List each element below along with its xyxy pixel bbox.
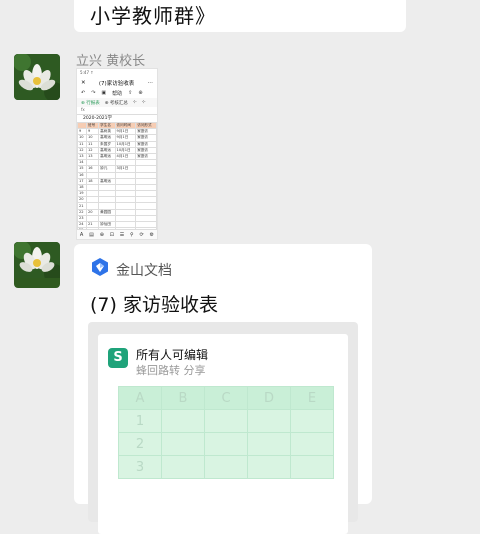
grid-cell — [290, 432, 334, 456]
permission-text: 所有人可编辑 — [136, 348, 209, 362]
lotus-avatar-image — [14, 54, 60, 100]
share-icon: ⇪ — [128, 90, 133, 96]
lotus-avatar-image — [14, 242, 60, 278]
grid-column-header: E — [290, 386, 334, 410]
grid-cell — [204, 409, 248, 433]
grid-cell — [161, 455, 205, 479]
undo-icon: ↶ — [81, 90, 86, 96]
mini-tab: ⊹ — [132, 100, 137, 105]
previous-message-text: 小学教师群》 — [90, 4, 216, 28]
redo-icon: ↷ — [91, 90, 96, 96]
mini-bottom-icon: ⚲ — [130, 231, 134, 238]
preview-grid: ABCDE 123 — [118, 386, 334, 479]
table-row: 9 9 高树英 9月1日 家庭访 — [77, 128, 157, 136]
table-row: 10 10 高明远 9月1日 家庭访 — [77, 134, 157, 142]
shared-by-text: 蜂回路转 分享 — [136, 364, 206, 377]
grid-cell — [204, 455, 248, 479]
table-row: 11 11 朱国岁 10月1日 家庭访 — [77, 140, 157, 148]
avatar[interactable] — [14, 242, 60, 288]
table-row: 13 13 高明远 4月1日 家庭访 — [77, 152, 157, 161]
grid-cell — [290, 409, 334, 433]
grid-column-header: D — [247, 386, 291, 410]
grid-cell — [161, 432, 205, 456]
mini-bottom-bar: A ▤ ⊕ ⊡ ☰ ⚲ ⟳ ⚙ — [77, 229, 157, 239]
avatar[interactable] — [14, 54, 60, 100]
help-label: 帮助 — [112, 90, 123, 97]
mini-sheet-tabs: ⊕ 行报表 ⊕ 考核汇总 ⊹ ⊹ — [77, 98, 157, 107]
doc-preview: S 所有人可编辑 蜂回路转 分享 ABCDE 123 — [88, 322, 358, 534]
grid-row: 3 — [118, 455, 334, 479]
close-icon: ✕ — [81, 79, 86, 86]
grid-cell — [290, 455, 334, 479]
grid-cell — [247, 409, 291, 433]
formula-bar: fx — [77, 107, 157, 115]
image-message[interactable]: 5:47 ↑ ✕ (7)家访验收表 ⋯ ↶ ↷ ▣ 帮助 ⇪ ⊕ ⊕ 行报表 ⊕… — [76, 68, 158, 240]
add-icon: ⊕ — [138, 90, 143, 96]
mini-bottom-icon: ⊕ — [99, 231, 104, 238]
mini-doc-title: (7)家访验收表 — [98, 80, 135, 87]
mini-sheet-table: 班号 学生名 访问时间 访问形式 9 9 高树英 9月1日 家庭访 10 10 高明远 9月1日 家庭访 1… — [77, 121, 157, 239]
mini-titlebar: ✕ (7)家访验收表 ⋯ — [77, 77, 157, 88]
mini-tab: ⊕ 行报表 — [81, 100, 100, 106]
table-row: 12 12 高明远 10月1日 家庭访 — [77, 146, 157, 154]
grid-column-header: C — [204, 386, 248, 410]
mini-bottom-icon: ⟳ — [139, 231, 144, 238]
mini-bottom-icon: ☰ — [119, 231, 125, 238]
doc-link-card[interactable]: 金山文档 (7) 家访验收表 S 所有人可编辑 蜂回路转 分享 ABCDE 12… — [74, 244, 372, 534]
grid-column-header: A — [118, 386, 162, 410]
grid-cell — [204, 432, 248, 456]
grid-row-number: 2 — [118, 432, 162, 456]
grid-column-header: B — [161, 386, 205, 410]
mini-bottom-icon: A — [79, 231, 84, 238]
kingsoft-docs-logo-icon — [92, 258, 108, 276]
grid-row: 1 — [118, 409, 334, 433]
sender-name: 立兴 黄校长 — [76, 54, 146, 69]
mini-status-bar: 5:47 ↑ — [80, 70, 94, 75]
grid-row-number: 1 — [118, 409, 162, 433]
mini-bottom-icon: ⚙ — [149, 231, 154, 238]
table-header-row: 班号 学生名 访问时间 访问形式 — [77, 121, 157, 130]
grid-row: 2 — [118, 432, 334, 456]
more-icon: ⋯ — [147, 79, 154, 86]
grid-row-number: 3 — [118, 455, 162, 479]
card-title: (7) 家访验收表 — [90, 294, 218, 316]
format-icon: ▣ — [101, 90, 107, 96]
mini-bottom-icon: ⊡ — [109, 231, 114, 238]
mini-tab: ⊹ — [141, 100, 146, 105]
mini-bottom-icon: ▤ — [89, 231, 94, 238]
previous-message-bubble[interactable]: 小学教师群》 — [74, 0, 406, 32]
card-app-name: 金山文档 — [116, 263, 172, 279]
spreadsheet-icon: S — [108, 348, 128, 368]
section-heading: 2020-2021学 — [83, 116, 113, 121]
grid-cell — [161, 409, 205, 433]
grid-cell — [247, 455, 291, 479]
mini-tab: ⊕ 考核汇总 — [104, 100, 128, 106]
mini-toolbar: ↶ ↷ ▣ 帮助 ⇪ ⊕ — [77, 88, 157, 98]
grid-cell — [247, 432, 291, 456]
doc-preview-panel: S 所有人可编辑 蜂回路转 分享 ABCDE 123 — [98, 334, 348, 534]
